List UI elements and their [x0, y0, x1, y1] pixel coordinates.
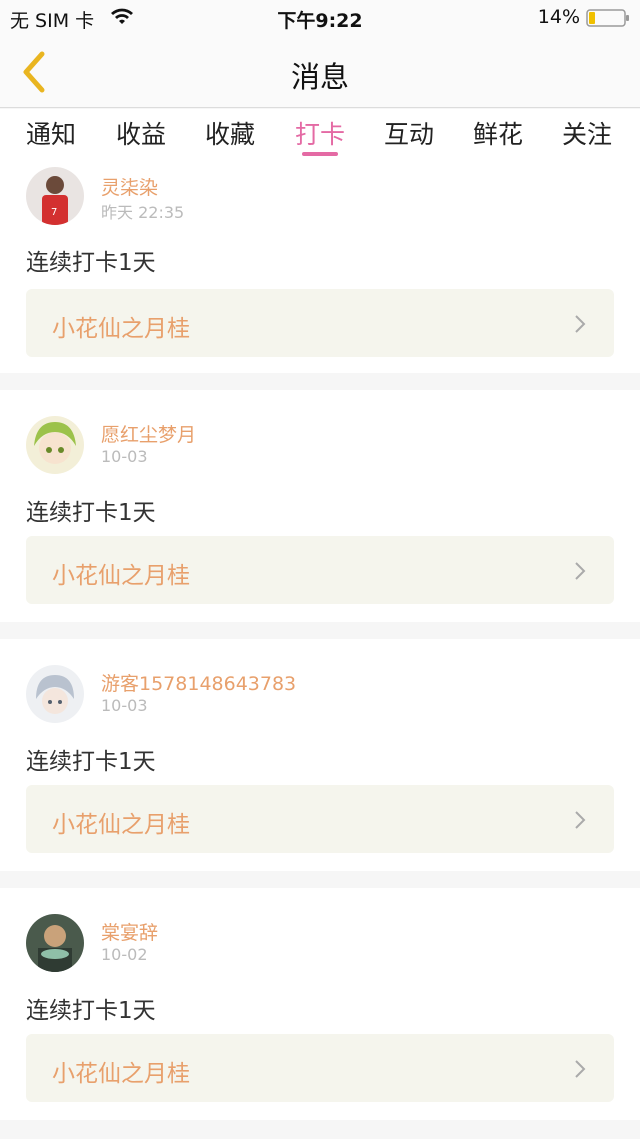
checkin-text: 连续打卡1天	[26, 749, 156, 775]
battery-percent: 14%	[537, 6, 580, 28]
tab-checkin[interactable]: 打卡	[280, 115, 360, 151]
feed-card: 棠宴辞 10-02 连续打卡1天 小花仙之月桂	[0, 888, 640, 1120]
chevron-right-icon	[575, 562, 586, 580]
tab-favorites[interactable]: 收藏	[190, 115, 270, 151]
checkin-feed: 7 灵柒染 昨天 22:35 连续打卡1天 小花仙之月桂 愿红尘梦月 10-03…	[0, 159, 640, 1137]
chevron-right-icon	[575, 315, 586, 333]
tab-flowers[interactable]: 鲜花	[458, 115, 538, 151]
active-tab-indicator	[302, 152, 338, 156]
status-bar: 无 SIM 卡 下午9:22 14%	[0, 0, 640, 36]
linked-item-title: 小花仙之月桂	[52, 563, 190, 589]
avatar[interactable]	[26, 665, 84, 723]
tab-notifications[interactable]: 通知	[11, 115, 91, 151]
user-name[interactable]: 愿红尘梦月	[101, 420, 196, 447]
linked-item-title: 小花仙之月桂	[52, 812, 190, 838]
tab-following[interactable]: 关注	[547, 115, 627, 151]
feed-card: 游客1578148643783 10-03 连续打卡1天 小花仙之月桂	[0, 639, 640, 871]
nav-bar: 消息	[0, 36, 640, 108]
linked-item[interactable]: 小花仙之月桂	[26, 536, 614, 604]
checkin-text: 连续打卡1天	[26, 250, 156, 276]
tab-earnings[interactable]: 收益	[101, 115, 181, 151]
post-time: 10-03	[101, 696, 148, 715]
linked-item[interactable]: 小花仙之月桂	[26, 785, 614, 853]
avatar[interactable]	[26, 416, 84, 474]
post-time: 昨天 22:35	[101, 203, 185, 222]
post-time: 10-02	[101, 945, 148, 964]
linked-item[interactable]: 小花仙之月桂	[26, 289, 614, 357]
post-time: 10-03	[101, 447, 148, 466]
linked-item-title: 小花仙之月桂	[52, 1061, 190, 1087]
avatar[interactable]: 7	[26, 167, 84, 225]
checkin-text: 连续打卡1天	[26, 500, 156, 526]
user-name[interactable]: 游客1578148643783	[101, 669, 296, 696]
tab-interactions[interactable]: 互动	[369, 115, 449, 151]
checkin-text: 连续打卡1天	[26, 998, 156, 1024]
linked-item[interactable]: 小花仙之月桂	[26, 1034, 614, 1102]
avatar[interactable]	[26, 914, 84, 972]
battery-icon	[586, 9, 629, 27]
tab-bar: 通知 收益 收藏 打卡 互动 鲜花 关注	[0, 109, 640, 159]
page-title: 消息	[290, 60, 349, 94]
chevron-right-icon	[575, 1060, 586, 1078]
linked-item-title: 小花仙之月桂	[52, 316, 190, 342]
feed-card: 7 灵柒染 昨天 22:35 连续打卡1天 小花仙之月桂	[0, 159, 640, 373]
svg-text:7: 7	[51, 207, 57, 218]
user-name[interactable]: 棠宴辞	[101, 918, 158, 945]
chevron-right-icon	[575, 811, 586, 829]
user-name[interactable]: 灵柒染	[101, 173, 158, 200]
feed-card: 愿红尘梦月 10-03 连续打卡1天 小花仙之月桂	[0, 390, 640, 622]
